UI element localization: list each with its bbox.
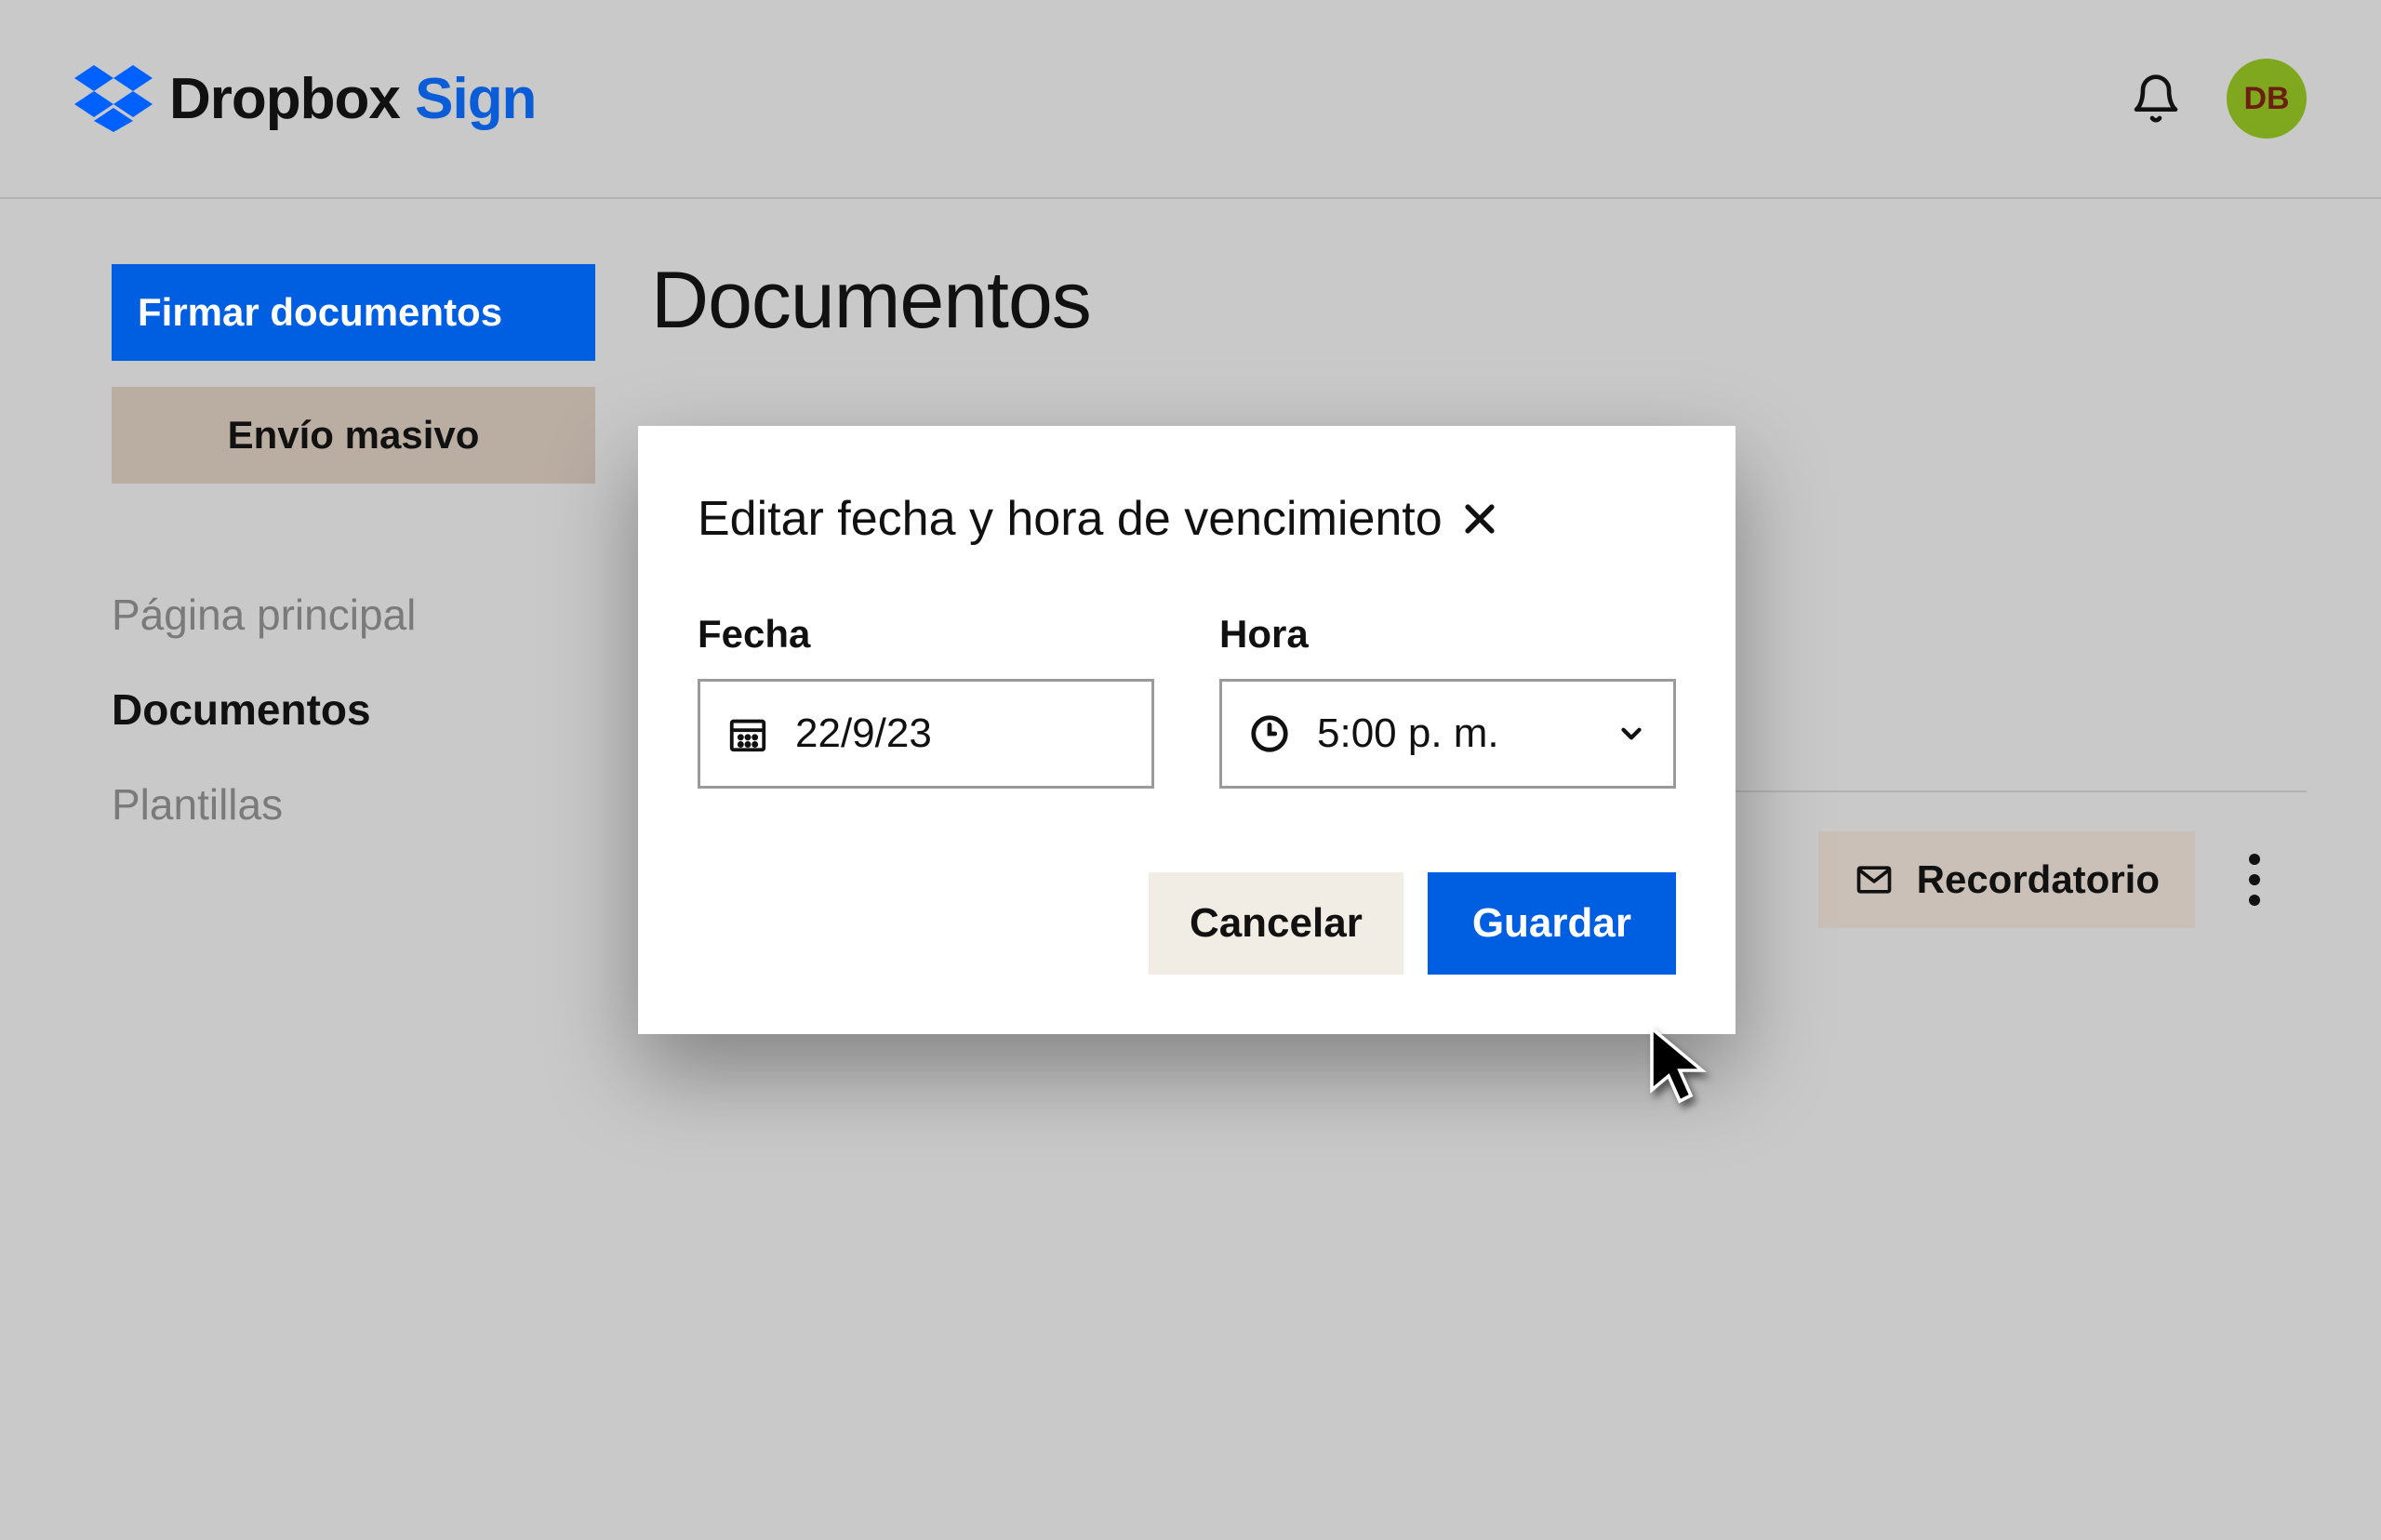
modal-header: Editar fecha y hora de vencimiento xyxy=(698,491,1676,547)
date-field: Fecha 22/9/23 xyxy=(698,612,1154,789)
clock-icon xyxy=(1248,712,1291,755)
sidebar-item-home[interactable]: Página principal xyxy=(112,567,595,662)
row-actions: Recordatorio xyxy=(1818,831,2269,928)
mail-icon xyxy=(1854,859,1895,900)
brand-name: Dropbox Sign xyxy=(169,66,536,132)
reminder-label: Recordatorio xyxy=(1917,857,2160,902)
modal-title: Editar fecha y hora de vencimiento xyxy=(698,491,1443,547)
date-input[interactable]: 22/9/23 xyxy=(698,679,1154,789)
dropbox-logo-icon xyxy=(74,65,153,132)
bulk-send-button[interactable]: Envío masivo xyxy=(112,387,595,484)
notifications-icon[interactable] xyxy=(2130,73,2182,125)
time-select[interactable]: 5:00 p. m. xyxy=(1219,679,1676,789)
app-header: Dropbox Sign DB xyxy=(0,0,2381,199)
page-title: Documentos xyxy=(651,255,2307,347)
avatar-initials: DB xyxy=(2243,81,2289,117)
cursor-icon xyxy=(1646,1023,1713,1107)
modal-fields: Fecha 22/9/23 Hor xyxy=(698,612,1676,789)
time-label: Hora xyxy=(1219,612,1676,657)
date-label: Fecha xyxy=(698,612,1154,657)
calendar-icon xyxy=(726,712,769,755)
chevron-down-icon xyxy=(1616,718,1647,750)
sidebar: Firmar documentos Envío masivo Página pr… xyxy=(112,264,595,852)
date-value: 22/9/23 xyxy=(795,710,932,757)
sidebar-item-documents[interactable]: Documentos xyxy=(112,662,595,757)
more-actions-icon[interactable] xyxy=(2240,844,2269,915)
sidebar-item-templates[interactable]: Plantillas xyxy=(112,757,595,852)
close-icon[interactable] xyxy=(1459,498,1500,539)
reminder-button[interactable]: Recordatorio xyxy=(1818,831,2195,928)
brand[interactable]: Dropbox Sign xyxy=(74,65,536,132)
time-field: Hora 5:00 p. m. xyxy=(1219,612,1676,789)
save-button[interactable]: Guardar xyxy=(1428,872,1676,975)
brand-dropbox: Dropbox xyxy=(169,67,400,131)
edit-expiration-modal: Editar fecha y hora de vencimiento Fecha xyxy=(638,426,1736,1034)
header-right: DB xyxy=(2130,59,2307,139)
brand-sign: Sign xyxy=(415,67,536,131)
avatar[interactable]: DB xyxy=(2227,59,2307,139)
sign-documents-button[interactable]: Firmar documentos xyxy=(112,264,595,361)
time-value: 5:00 p. m. xyxy=(1317,710,1499,757)
cancel-button[interactable]: Cancelar xyxy=(1149,872,1403,975)
modal-actions: Cancelar Guardar xyxy=(698,872,1676,975)
